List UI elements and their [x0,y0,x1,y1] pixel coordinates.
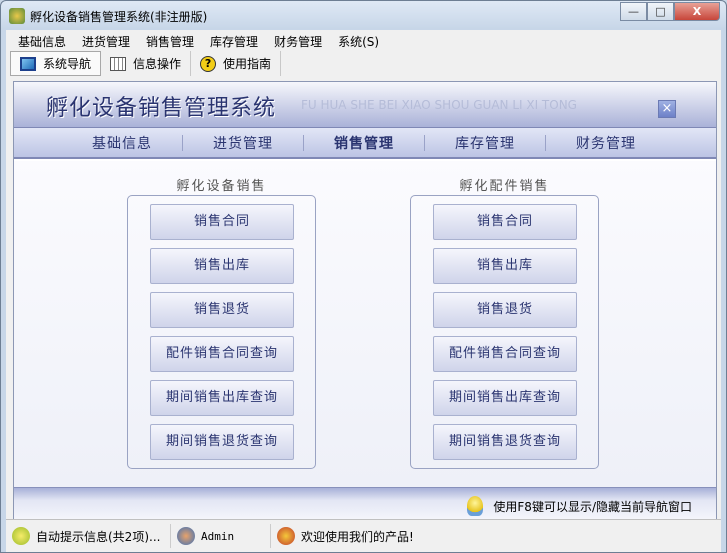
period-return-query-button[interactable]: 期间销售退货查询 [433,424,577,460]
parts-contract-query-button[interactable]: 配件销售合同查询 [150,336,294,372]
panel-pinyin: FU HUA SHE BEI XIAO SHOU GUAN LI XI TONG [301,98,577,112]
period-outbound-query-button[interactable]: 期间销售出库查询 [433,380,577,416]
status-info-text: 自动提示信息(共2项)... [36,529,161,544]
panel-header: 孵化设备销售管理系统 FU HUA SHE BEI XIAO SHOU GUAN… [14,82,716,128]
menu-inventory[interactable]: 库存管理 [202,33,266,50]
panel-title: 孵化设备销售管理系统 [46,96,277,121]
tab-basic-info[interactable]: 基础信息 [62,133,182,153]
monitor-icon [20,56,36,71]
status-info[interactable]: 自动提示信息(共2项)... [6,524,171,548]
app-window: 孵化设备销售管理系统(非注册版) — □ X 基础信息 进货管理 销售管理 库存… [0,0,727,553]
app-icon [9,8,25,24]
panel-footer: 使用F8键可以显示/隐藏当前导航窗口 [14,487,716,519]
close-button[interactable]: X [674,2,720,21]
toolbar-label: 使用指南 [223,57,272,71]
toolbar-label: 系统导航 [43,57,92,71]
menu-system[interactable]: 系统(S) [330,33,387,50]
navigation-panel: 孵化设备销售管理系统 FU HUA SHE BEI XIAO SHOU GUAN… [13,81,717,520]
group-parts-sales: 销售合同 销售出库 销售退货 配件销售合同查询 期间销售出库查询 期间销售退货查… [410,195,599,469]
group-title-equipment: 孵化设备销售 [176,179,267,194]
period-outbound-query-button[interactable]: 期间销售出库查询 [150,380,294,416]
toolbar-label: 信息操作 [133,57,182,71]
status-welcome-text: 欢迎使用我们的产品! [301,529,414,544]
window-title: 孵化设备销售管理系统(非注册版) [30,9,208,24]
title-bar: 孵化设备销售管理系统(非注册版) [9,7,207,25]
toolbar-info-ops[interactable]: 信息操作 [101,51,192,76]
menu-basic-info[interactable]: 基础信息 [10,33,74,50]
tab-sales[interactable]: 销售管理 [304,133,424,153]
status-welcome: 欢迎使用我们的产品! [271,524,420,548]
grid-icon [110,56,127,71]
toolbar-user-guide[interactable]: ? 使用指南 [191,51,282,76]
tab-inventory[interactable]: 库存管理 [425,133,545,153]
nav-tabs: 基础信息 进货管理 销售管理 库存管理 财务管理 [14,128,716,159]
group-equipment-sales: 销售合同 销售出库 销售退货 配件销售合同查询 期间销售出库查询 期间销售退货查… [127,195,316,469]
parts-contract-query-button[interactable]: 配件销售合同查询 [433,336,577,372]
menu-bar: 基础信息 进货管理 销售管理 库存管理 财务管理 系统(S) [10,32,387,50]
status-user-text: Admin [201,529,235,543]
sales-return-button[interactable]: 销售退货 [433,292,577,328]
user-icon [177,527,195,545]
alert-bulb-icon [12,527,30,545]
sales-outbound-button[interactable]: 销售出库 [150,248,294,284]
toolbar: 系统导航 信息操作 ? 使用指南 [10,50,282,77]
menu-sales[interactable]: 销售管理 [138,33,202,50]
panel-body: 孵化设备销售 销售合同 销售出库 销售退货 配件销售合同查询 期间销售出库查询 … [14,161,716,489]
status-bar: 自动提示信息(共2项)... Admin 欢迎使用我们的产品! [6,519,721,552]
people-icon [277,527,295,545]
sales-outbound-button[interactable]: 销售出库 [433,248,577,284]
period-return-query-button[interactable]: 期间销售退货查询 [150,424,294,460]
sales-contract-button[interactable]: 销售合同 [433,204,577,240]
panel-close-button[interactable]: × [658,100,676,118]
f8-tip: 使用F8键可以显示/隐藏当前导航窗口 [493,499,692,514]
menu-finance[interactable]: 财务管理 [266,33,330,50]
lightbulb-icon [467,496,484,516]
sales-return-button[interactable]: 销售退货 [150,292,294,328]
help-icon: ? [200,55,217,72]
status-user: Admin [171,524,271,548]
maximize-button[interactable]: □ [647,2,674,21]
minimize-button[interactable]: — [620,2,647,21]
menu-purchase[interactable]: 进货管理 [74,33,138,50]
toolbar-system-nav[interactable]: 系统导航 [10,51,102,76]
sales-contract-button[interactable]: 销售合同 [150,204,294,240]
group-title-parts: 孵化配件销售 [459,179,550,194]
tab-finance[interactable]: 财务管理 [546,133,666,153]
tab-purchase[interactable]: 进货管理 [183,133,303,153]
